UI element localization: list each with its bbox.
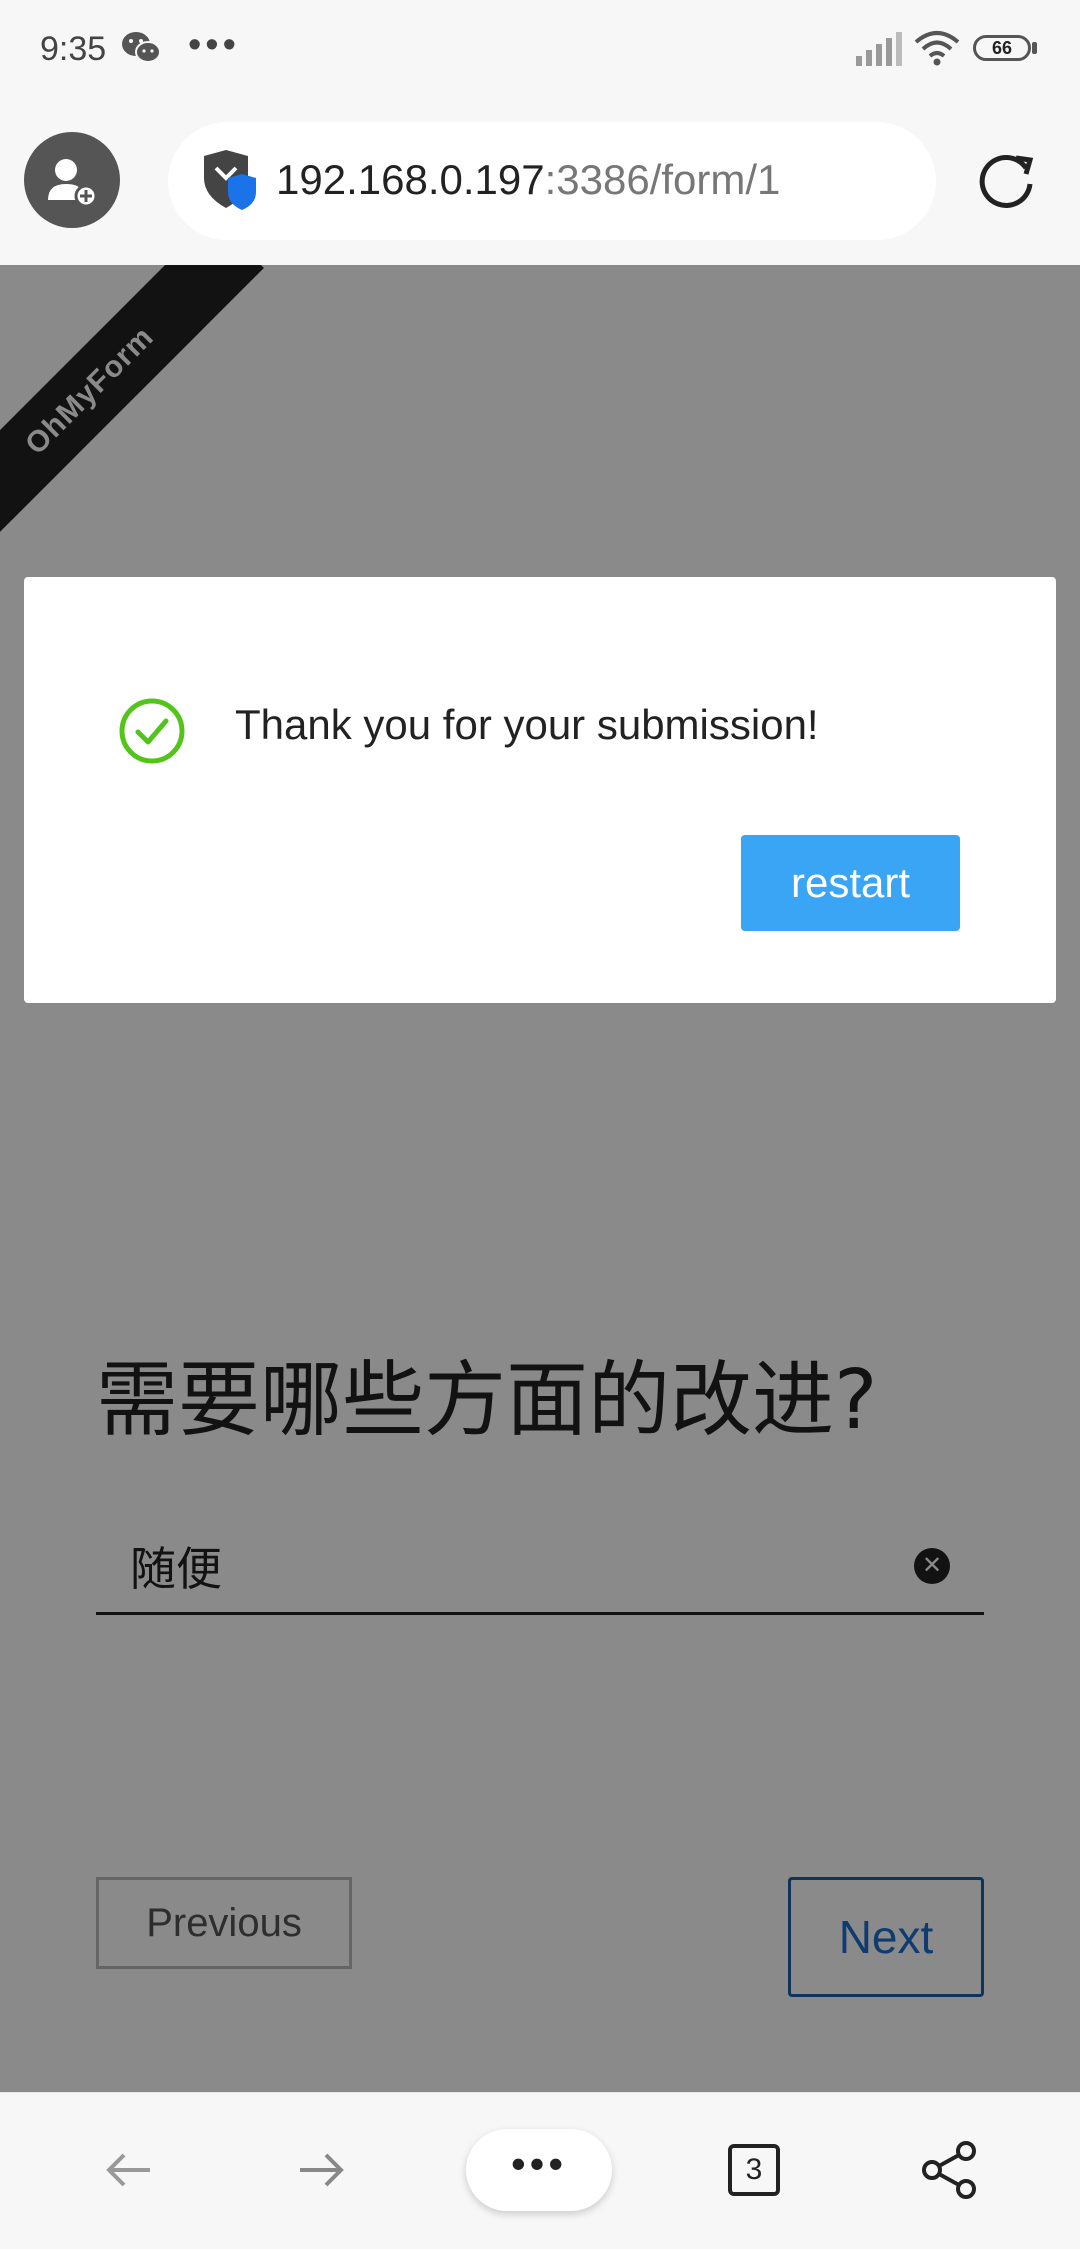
tabs-icon[interactable]: 3 (728, 2144, 780, 2196)
signal-icon (856, 32, 902, 71)
modal-overlay[interactable] (0, 265, 1080, 2092)
address-bar[interactable]: 192.168.0.197:3386/form/1 (168, 122, 936, 240)
form-page: OhMyForm 需要哪些方面的改进? 随便 ✕ Previous Next T… (0, 265, 1080, 2092)
reload-icon[interactable] (976, 150, 1038, 217)
security-shield-icon[interactable] (198, 148, 258, 217)
url-text: 192.168.0.197:3386/form/1 (276, 156, 780, 204)
status-time: 9:35 (40, 30, 107, 68)
wifi-icon (914, 30, 960, 73)
battery-level: 66 (991, 38, 1013, 58)
menu-dots-icon[interactable]: ••• (466, 2129, 612, 2211)
battery-tip (1032, 42, 1037, 54)
back-arrow-icon[interactable] (104, 2145, 154, 2200)
status-overflow-dots: ••• (188, 24, 240, 66)
browser-bottom-nav: ••• 3 (0, 2092, 1080, 2249)
restart-button[interactable]: restart (741, 835, 960, 931)
submission-dialog: Thank you for your submission! restart (24, 577, 1056, 1003)
url-host: 192.168.0.197 (276, 156, 545, 203)
browser-toolbar: 192.168.0.197:3386/form/1 (0, 100, 1080, 265)
status-bar: 9:35 ••• 66 (0, 0, 1080, 100)
forward-arrow-icon[interactable] (296, 2145, 346, 2200)
share-icon[interactable] (922, 2141, 978, 2204)
profile-add-icon[interactable] (24, 132, 120, 228)
url-path: :3386/form/1 (544, 156, 781, 203)
battery-icon: 66 (973, 35, 1031, 61)
wechat-icon (120, 30, 162, 71)
check-circle-icon (118, 697, 186, 770)
dialog-message: Thank you for your submission! (235, 701, 819, 748)
